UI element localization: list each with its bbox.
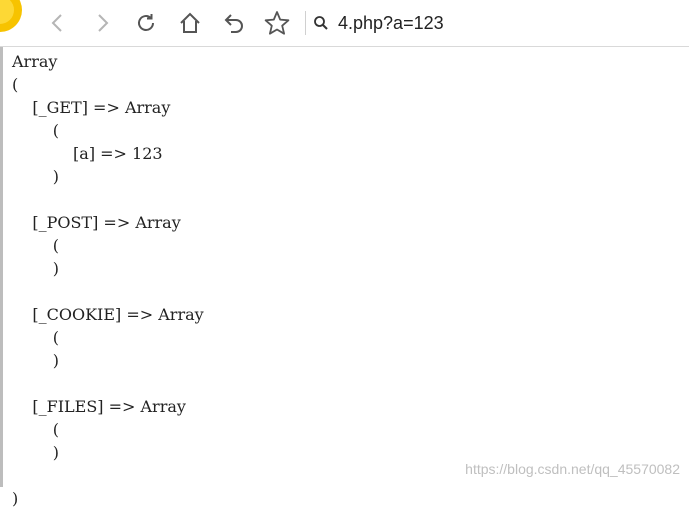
- url-text[interactable]: 4.php?a=123: [338, 13, 444, 34]
- home-icon: [180, 12, 200, 33]
- chevron-right-icon: [98, 14, 109, 32]
- undo-button[interactable]: [220, 9, 248, 37]
- search-icon: [314, 16, 328, 30]
- reload-icon: [138, 14, 154, 31]
- address-bar[interactable]: 4.php?a=123: [312, 8, 682, 38]
- undo-icon: [224, 14, 243, 33]
- print-r-output: Array ( [_GET] => Array ( [a] => 123 ) […: [12, 52, 204, 508]
- chevron-left-icon: [51, 14, 62, 32]
- back-button[interactable]: [44, 9, 72, 37]
- browser-toolbar: 4.php?a=123: [0, 0, 689, 47]
- page-content: Array ( [_GET] => Array ( [a] => 123 ) […: [0, 47, 689, 508]
- forward-button[interactable]: [88, 9, 116, 37]
- home-button[interactable]: [176, 9, 204, 37]
- favorite-button[interactable]: [263, 9, 291, 37]
- browser-logo-icon[interactable]: [0, 0, 22, 32]
- reload-button[interactable]: [132, 9, 160, 37]
- star-icon: [264, 11, 290, 35]
- watermark: https://blog.csdn.net/qq_45570082: [465, 461, 680, 477]
- toolbar-divider: [305, 11, 306, 35]
